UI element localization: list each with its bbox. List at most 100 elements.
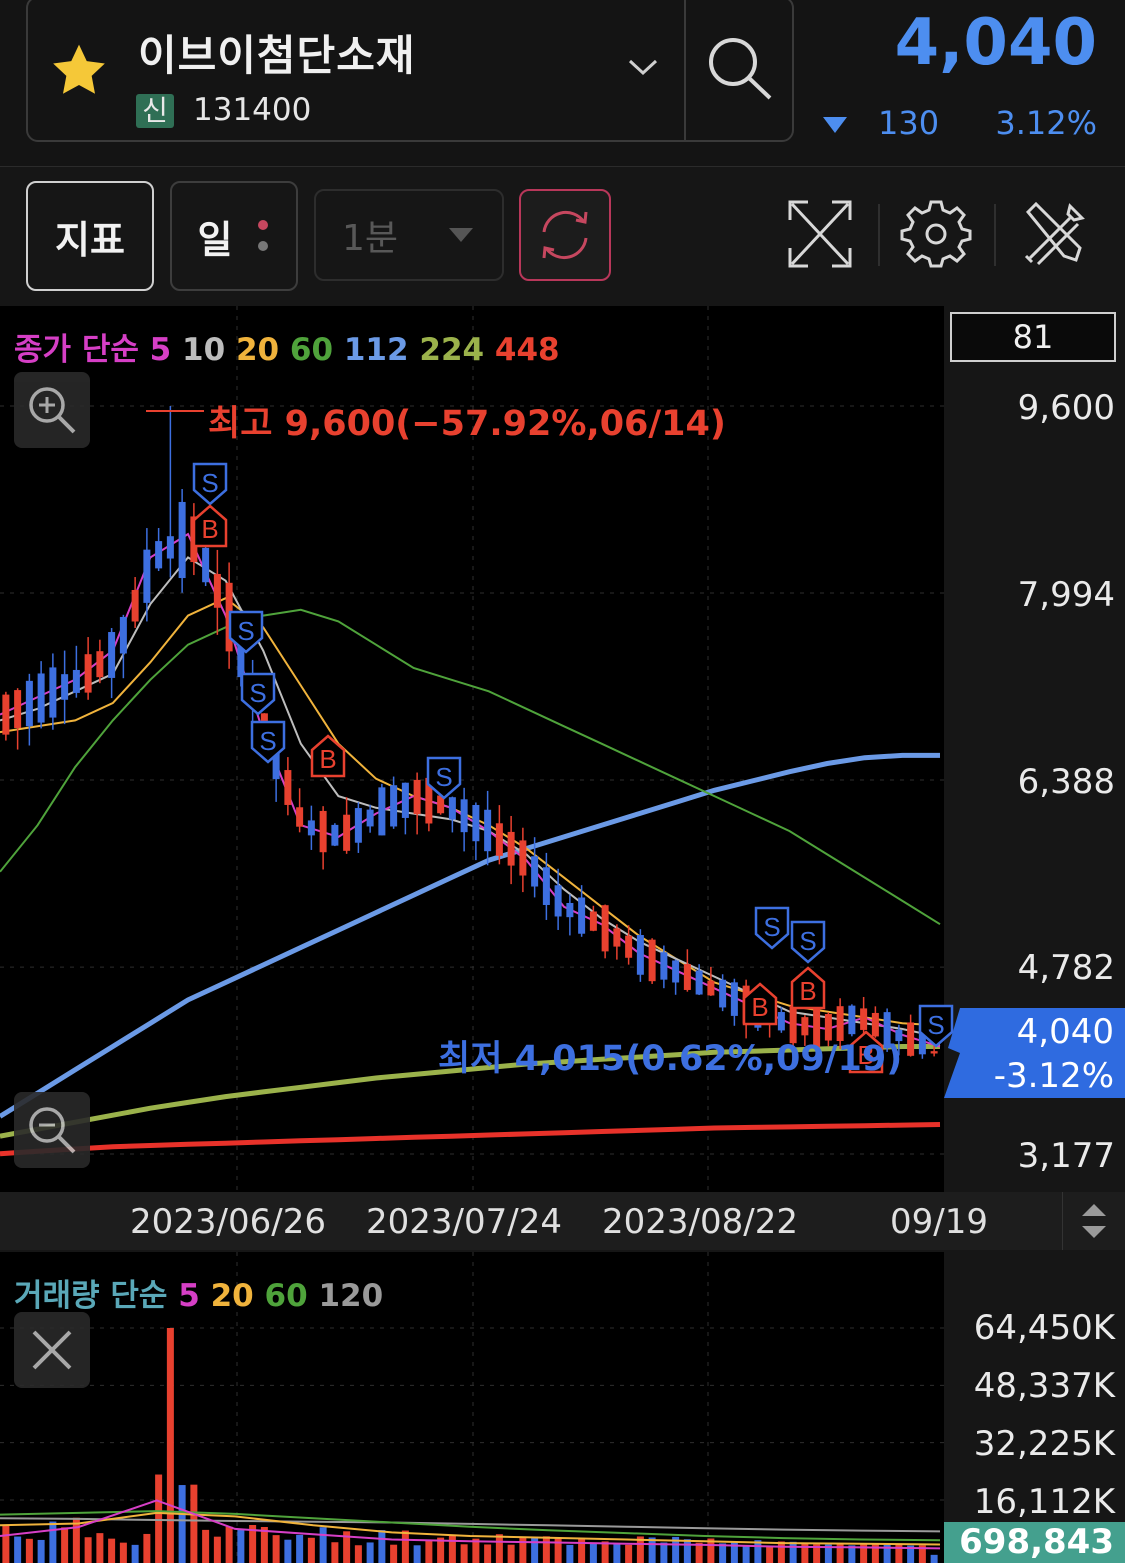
volume-bar [225,1526,233,1563]
divider [684,0,686,142]
volume-bar [484,1544,492,1563]
candle-body [601,905,609,952]
volume-bar [566,1544,574,1563]
candle-body [672,960,680,983]
candle-body [96,651,104,678]
volume-bar [96,1533,104,1563]
volume-bar [213,1536,221,1563]
tools-button[interactable] [1018,198,1090,270]
volume-bar [237,1529,245,1563]
y-tick-label: 9,600 [1017,388,1115,428]
candle-body [472,804,480,842]
expand-button[interactable] [784,196,856,272]
period-button[interactable]: 일 [170,181,298,291]
volume-bar [49,1521,57,1563]
divider [994,204,996,266]
date-label: 2023/06/26 [130,1202,326,1242]
refresh-button[interactable] [519,189,611,281]
visible-candle-count[interactable]: 81 [950,312,1116,362]
volume-bar [84,1537,92,1563]
volume-bar [284,1539,292,1563]
volume-y-tick-label: 48,337K [973,1366,1115,1406]
low-annotation: 최저 4,015(0.62%,09/19) [438,1039,903,1079]
legend-vol120: 120 [318,1278,384,1314]
candle-body [613,928,621,947]
date-axis: 2023/06/26 2023/07/24 2023/08/22 09/19 [0,1192,1125,1250]
candle-body [354,808,362,843]
candle-body [25,680,33,727]
settings-button[interactable] [900,198,972,270]
gear-icon [900,200,972,268]
candle-body [719,979,727,1008]
signal-label: B [751,992,768,1022]
candle-body [507,831,515,866]
date-label: 09/19 [890,1202,988,1242]
candle-body [460,799,468,833]
signal-label: B [319,744,336,774]
y-tick-label: 3,177 [1017,1136,1115,1176]
volume-bar [354,1545,362,1563]
candle-body [14,690,22,729]
stock-code: 131400 [193,92,312,128]
volume-bar [448,1534,456,1563]
volume-bar [648,1537,656,1563]
close-volume-button[interactable] [14,1312,90,1388]
candle-body [542,867,550,905]
search-button[interactable] [688,0,792,140]
period-label: 일 [197,217,233,262]
volume-bar [460,1544,468,1563]
signal-label: B [201,514,218,544]
volume-bar [131,1544,139,1563]
candle-body [695,970,703,995]
chevron-down-icon[interactable] [626,56,660,78]
volume-y-tick-label: 64,450K [973,1308,1115,1348]
candle-body [131,589,139,622]
legend-ma224: 224 [419,332,485,368]
volume-bar [777,1541,785,1563]
interval-select[interactable]: 1분 [314,189,504,281]
zoom-out-button[interactable] [14,1092,90,1168]
volume-bar [425,1540,433,1563]
volume-bar [742,1545,750,1563]
y-tick-label: 4,782 [1017,948,1115,988]
candle-body [61,674,69,700]
candle-body [566,902,574,918]
volume-bar [296,1534,304,1563]
price-change: 130 [878,104,940,142]
current-pct-tag-value: -3.12% [993,1056,1114,1096]
candle-body [296,807,304,827]
candle-body [72,669,80,693]
signal-label: S [249,678,266,708]
candle-body [213,573,221,608]
market-badge: 신 [136,94,174,128]
candle-body [907,1022,915,1056]
price-legend: 종가 단순 5 10 20 60 112 224 448 [14,324,560,369]
volume-legend: 거래량 단순 5 20 60 120 [14,1270,383,1315]
indicator-label: 지표 [55,217,125,262]
volume-bar [930,1554,938,1563]
volume-bar [754,1540,762,1563]
candle-body [448,797,456,820]
volume-bar [119,1542,127,1563]
volume-bar [495,1534,503,1563]
interval-label: 1분 [342,218,399,259]
high-annotation: 최고 9,600(−57.92%,06/14) [208,404,726,444]
candle-body [49,667,57,718]
current-volume-tag-value: 698,843 [959,1522,1114,1562]
signal-label: S [259,726,276,756]
legend-vol20: 20 [210,1278,254,1314]
candle-body [202,547,210,583]
star-icon[interactable] [48,40,110,102]
stock-name[interactable]: 이브이첨단소재 [138,22,415,83]
candle-body [578,897,586,934]
refresh-icon [542,211,588,259]
volume-bar [25,1538,33,1563]
indicator-button[interactable]: 지표 [26,181,154,291]
axis-scroll-button[interactable] [1062,1192,1125,1250]
legend-prefix: 종가 단순 [14,332,139,368]
legend-vol60: 60 [264,1278,308,1314]
volume-bar [625,1544,633,1563]
date-label: 2023/07/24 [366,1202,562,1242]
zoom-in-button[interactable] [14,372,90,448]
volume-bar [108,1538,116,1563]
